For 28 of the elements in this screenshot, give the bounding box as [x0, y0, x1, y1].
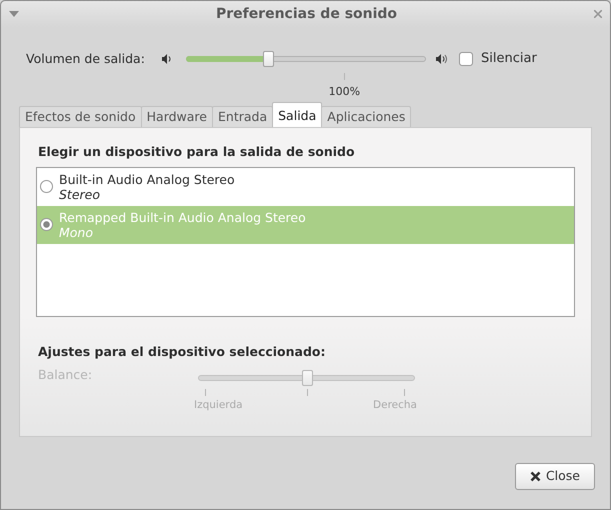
mute-checkbox[interactable] — [459, 52, 473, 66]
tick-label: Derecha — [373, 398, 417, 412]
window-menu-icon[interactable] — [9, 11, 19, 17]
window-title: Preferencias de sonido — [214, 4, 398, 24]
volume-slider[interactable] — [186, 50, 426, 68]
tick-label: Izquierda — [194, 398, 243, 412]
tab[interactable]: Salida — [272, 102, 322, 127]
device-row[interactable]: Built-in Audio Analog Stereo Stereo — [37, 168, 574, 206]
device-profile: Mono — [59, 224, 94, 240]
radio-button[interactable] — [40, 218, 53, 232]
close-icon[interactable] — [594, 10, 602, 18]
tab[interactable]: Entrada — [212, 106, 274, 127]
device-name: Built-in Audio Analog Stereo — [59, 172, 235, 187]
speaker-high-icon — [435, 53, 449, 65]
tick-label: 100% — [328, 84, 360, 100]
volume-label: Volumen de salida: — [26, 50, 146, 68]
section-heading: Elegir un dispositivo para la salida de sonido — [37, 143, 356, 161]
close-button[interactable]: Close — [514, 463, 595, 490]
slider-handle[interactable] — [262, 51, 274, 67]
device-name: Remapped Built-in Audio Analog Stereo — [59, 210, 306, 225]
device-profile: Stereo — [59, 186, 102, 202]
tab[interactable]: Aplicaciones — [321, 106, 412, 127]
tab[interactable]: Efectos de sonido — [19, 106, 142, 127]
section-heading: Ajustes para el dispositivo seleccionado: — [37, 342, 327, 361]
radio-button[interactable] — [40, 180, 53, 194]
tab[interactable]: Hardware — [140, 106, 213, 127]
mute-label: Silenciar — [481, 50, 537, 68]
close-icon — [530, 470, 541, 482]
